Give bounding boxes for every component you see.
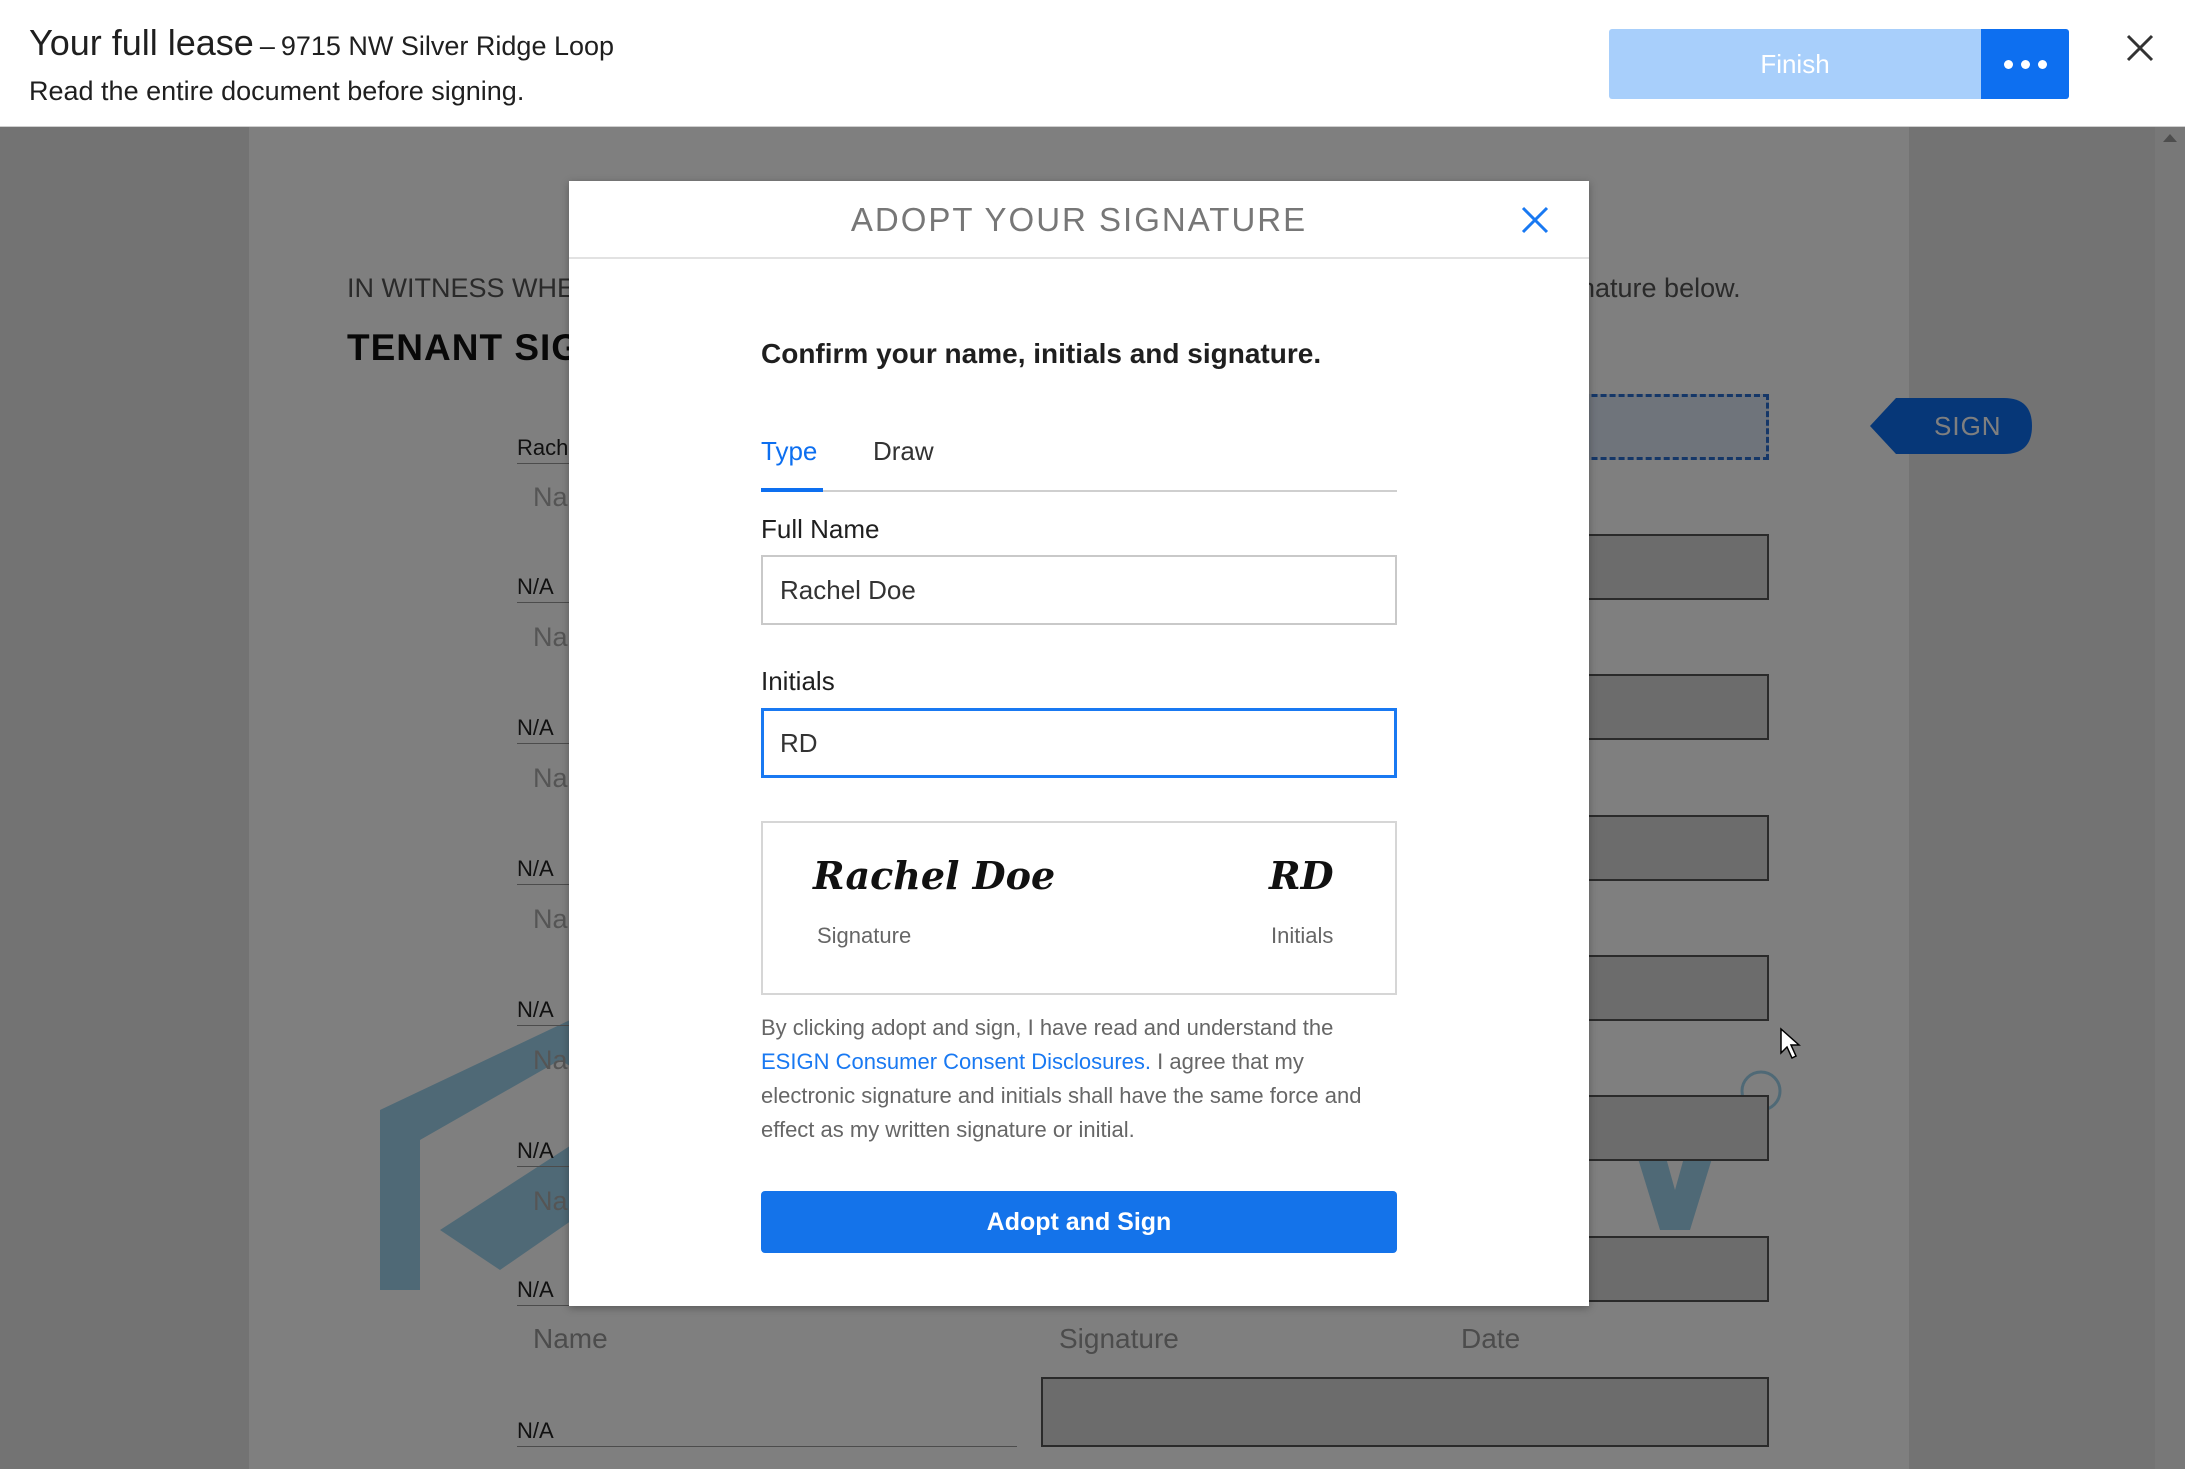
esign-disclosures-link[interactable]: ESIGN Consumer Consent Disclosures. — [761, 1049, 1151, 1074]
adopt-and-sign-button[interactable]: Adopt and Sign — [761, 1191, 1397, 1253]
tab-type[interactable]: Type — [761, 436, 817, 467]
signature-preview-text: Rachel Doe — [813, 853, 1056, 898]
full-name-input[interactable] — [761, 555, 1397, 625]
active-tab-indicator — [761, 488, 823, 492]
signature-caption: Signature — [817, 923, 912, 948]
modal-heading: Confirm your name, initials and signatur… — [761, 338, 1322, 369]
document-title: Your full lease –9715 NW Silver Ridge Loo… — [29, 22, 614, 64]
legal-disclosure: By clicking adopt and sign, I have read … — [761, 1011, 1401, 1147]
title-address: 9715 NW Silver Ridge Loop — [280, 31, 615, 61]
initials-input[interactable] — [761, 708, 1397, 778]
adopt-signature-modal: ADOPT YOUR SIGNATURE Confirm your name, … — [569, 181, 1589, 1306]
signature-preview: Rachel Doe Signature RD Initials — [761, 821, 1397, 995]
modal-header: ADOPT YOUR SIGNATURE — [569, 181, 1589, 259]
finish-button[interactable]: Finish — [1609, 29, 1981, 99]
modal-close-icon[interactable] — [1519, 204, 1551, 236]
initials-preview-text: RD — [1269, 853, 1334, 898]
tab-divider — [761, 490, 1397, 492]
title-main: Your full lease — [29, 22, 254, 63]
tab-draw[interactable]: Draw — [873, 436, 934, 467]
full-name-label: Full Name — [761, 514, 880, 544]
title-separator: – — [259, 31, 275, 61]
more-dots-icon — [2003, 59, 2047, 69]
top-bar: Your full lease –9715 NW Silver Ridge Loo… — [0, 0, 2185, 127]
close-icon[interactable] — [2120, 28, 2160, 68]
initials-label: Initials — [761, 666, 835, 696]
document-subtitle: Read the entire document before signing. — [29, 76, 525, 106]
mouse-cursor-icon — [1780, 1027, 1801, 1060]
modal-title: ADOPT YOUR SIGNATURE — [850, 201, 1308, 238]
initials-caption: Initials — [1271, 923, 1334, 948]
legal-text-before: By clicking adopt and sign, I have read … — [761, 1015, 1334, 1040]
more-options-button[interactable] — [1981, 29, 2069, 99]
